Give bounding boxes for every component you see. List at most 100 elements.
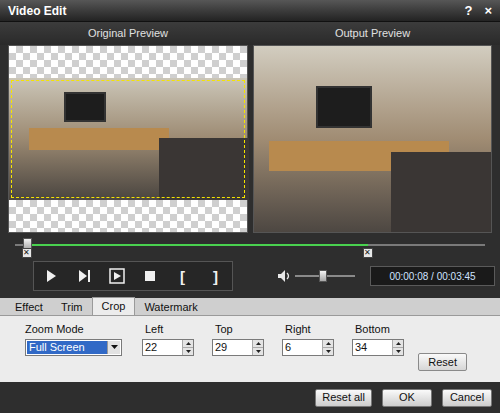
down-arrow-icon xyxy=(186,350,191,353)
spin-down[interactable] xyxy=(183,348,193,355)
spinner-buttons[interactable] xyxy=(182,340,193,355)
tab[interactable]: Trim xyxy=(52,299,92,315)
crop-rectangle[interactable] xyxy=(11,80,245,198)
up-arrow-icon xyxy=(396,342,401,345)
crop-labels: Zoom ModeLeftTopRightBottom xyxy=(25,321,467,335)
crop-right-spinner[interactable]: 6 xyxy=(282,339,334,356)
crop-field-label: Right xyxy=(285,323,311,335)
volume-slider[interactable] xyxy=(295,270,355,282)
next-icon xyxy=(76,268,92,284)
button-label[interactable]: OK xyxy=(399,389,415,406)
title-bar: Video Edit?× xyxy=(0,0,500,22)
stop-icon xyxy=(142,268,158,284)
close-button[interactable]: × xyxy=(484,4,492,17)
marker-glyph: ✕ xyxy=(23,249,30,257)
reset-button[interactable]: Reset xyxy=(418,353,467,371)
tab[interactable]: Crop xyxy=(92,297,136,315)
spin-down[interactable] xyxy=(253,348,263,355)
tab-label[interactable]: Trim xyxy=(61,299,83,316)
tab-bar: Effect Trim Crop Watermark xyxy=(0,298,500,316)
zoom-mode-value: Full Screen xyxy=(27,341,107,354)
dropdown-button[interactable] xyxy=(107,341,120,354)
play-button[interactable] xyxy=(38,264,64,288)
preview-header: Original Preview xyxy=(8,25,248,42)
tv-shape xyxy=(316,86,372,128)
timeline-range xyxy=(27,244,368,246)
spin-up[interactable] xyxy=(253,340,263,348)
timeline: ✕✕ xyxy=(0,233,500,259)
timeline-track[interactable]: ✕✕ xyxy=(15,233,485,259)
dialog-button[interactable]: Cancel xyxy=(442,389,492,407)
spin-down[interactable] xyxy=(323,348,333,355)
crop-value[interactable]: 22 xyxy=(145,339,157,356)
stop-button[interactable] xyxy=(137,264,163,288)
crop-left-spinner[interactable]: 22 xyxy=(142,339,194,356)
crop-top-spinner[interactable]: 29 xyxy=(212,339,264,356)
output-preview xyxy=(253,45,492,233)
marker-glyph: ✕ xyxy=(364,249,371,257)
crop-inputs: Full Screen 22 29 6 34 xyxy=(25,338,467,356)
crop-bottom-spinner[interactable]: 34 xyxy=(352,339,404,356)
reset-label[interactable]: Reset xyxy=(428,354,457,371)
crop-field-label: Bottom xyxy=(355,323,390,335)
spinner-buttons[interactable] xyxy=(322,340,333,355)
up-arrow-icon xyxy=(256,342,261,345)
preview-area xyxy=(0,45,500,233)
zoom-mode-dropdown[interactable]: Full Screen xyxy=(25,339,122,356)
down-arrow-icon xyxy=(256,350,261,353)
speaker-icon xyxy=(277,269,291,283)
crop-value[interactable]: 6 xyxy=(285,339,291,356)
crop-value[interactable]: 34 xyxy=(355,339,367,356)
tab-label[interactable]: Watermark xyxy=(144,299,197,316)
crop-field-label: Top xyxy=(215,323,233,335)
playback-controls: [] xyxy=(33,261,233,291)
next-button[interactable] xyxy=(71,264,97,288)
text-button[interactable]: ] xyxy=(203,264,229,288)
trim-marker[interactable]: ✕ xyxy=(22,248,32,258)
time-display: 00:00:08 / 00:03:45 xyxy=(370,266,495,286)
video-frame xyxy=(9,78,247,200)
sofa-shape xyxy=(159,138,249,200)
play-icon xyxy=(43,268,59,284)
cabinet-shape xyxy=(29,128,169,150)
trim-marker[interactable]: ✕ xyxy=(363,248,373,258)
crop-value[interactable]: 29 xyxy=(215,339,227,356)
button-label[interactable]: Cancel xyxy=(450,389,484,406)
spin-up[interactable] xyxy=(323,340,333,348)
down-arrow-icon xyxy=(326,350,331,353)
help-button[interactable]: ? xyxy=(464,4,472,17)
crop-field-label: Left xyxy=(145,323,163,335)
crop-panel: Zoom ModeLeftTopRightBottomFull Screen22… xyxy=(0,316,500,382)
bracket-label[interactable]: ] xyxy=(213,269,218,284)
up-arrow-icon xyxy=(326,342,331,345)
tab[interactable]: Watermark xyxy=(135,299,206,315)
tab[interactable]: Effect xyxy=(6,299,52,315)
button-bar: Reset all OK Cancel xyxy=(0,382,500,413)
up-arrow-icon xyxy=(186,342,191,345)
preview-label: Original Preview xyxy=(88,25,168,42)
sofa-shape xyxy=(391,152,491,232)
down-arrow-icon xyxy=(396,350,401,353)
dialog-button[interactable]: OK xyxy=(382,389,432,407)
tv-shape xyxy=(64,92,106,122)
spin-down[interactable] xyxy=(393,348,403,355)
dropdown-arrow-icon xyxy=(111,345,118,349)
spin-up[interactable] xyxy=(393,340,403,348)
text-button[interactable]: [ xyxy=(170,264,196,288)
preview-headers: Original Preview Output Preview xyxy=(0,22,500,45)
spinner-buttons[interactable] xyxy=(392,340,403,355)
button-label[interactable]: Reset all xyxy=(322,389,365,406)
spin-up[interactable] xyxy=(183,340,193,348)
dialog-button[interactable]: Reset all xyxy=(315,389,372,407)
controls-row: [] 00:00:08 / 00:03:45 xyxy=(0,259,500,293)
bracket-label[interactable]: [ xyxy=(180,269,185,284)
original-preview xyxy=(8,45,248,233)
spinner-buttons[interactable] xyxy=(252,340,263,355)
tab-label[interactable]: Crop xyxy=(102,298,126,315)
preview-label: Output Preview xyxy=(335,25,410,42)
volume xyxy=(277,269,355,283)
tab-label[interactable]: Effect xyxy=(15,299,43,316)
zoom-mode-text[interactable]: Full Screen xyxy=(29,339,85,356)
step-button[interactable] xyxy=(104,264,130,288)
volume-thumb[interactable] xyxy=(319,270,327,282)
